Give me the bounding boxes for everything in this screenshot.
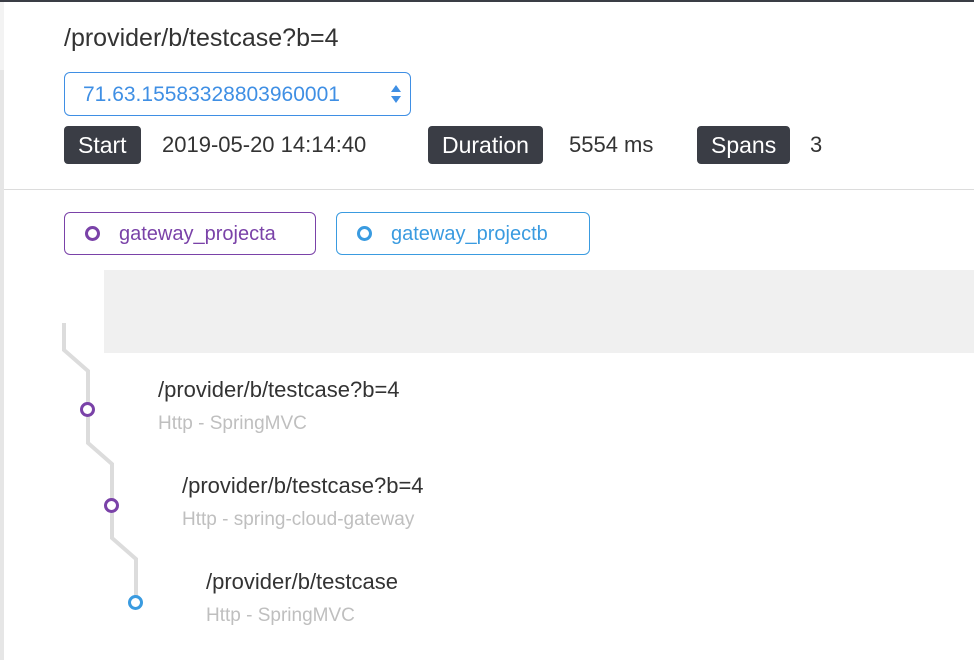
span-node-dot [128,595,143,610]
span-row[interactable]: /provider/b/testcase?b=4 Http - SpringMV… [158,376,400,435]
span-layer: Http - spring-cloud-gateway [182,509,415,530]
span-node-dot [104,498,119,513]
span-node-dot [80,402,95,417]
span-row[interactable]: /provider/b/testcase Http - SpringMVC [206,568,398,627]
span-layer: Http - SpringMVC [206,605,355,626]
span-endpoint: /provider/b/testcase?b=4 [158,377,400,402]
trace-detail-page: /provider/b/testcase?b=4 71.63.155833288… [0,0,974,660]
span-endpoint: /provider/b/testcase [206,569,398,594]
span-row[interactable]: /provider/b/testcase?b=4 Http - spring-c… [182,472,424,531]
span-endpoint: /provider/b/testcase?b=4 [182,473,424,498]
trace-tree-connector [62,323,138,602]
span-layer: Http - SpringMVC [158,413,307,434]
